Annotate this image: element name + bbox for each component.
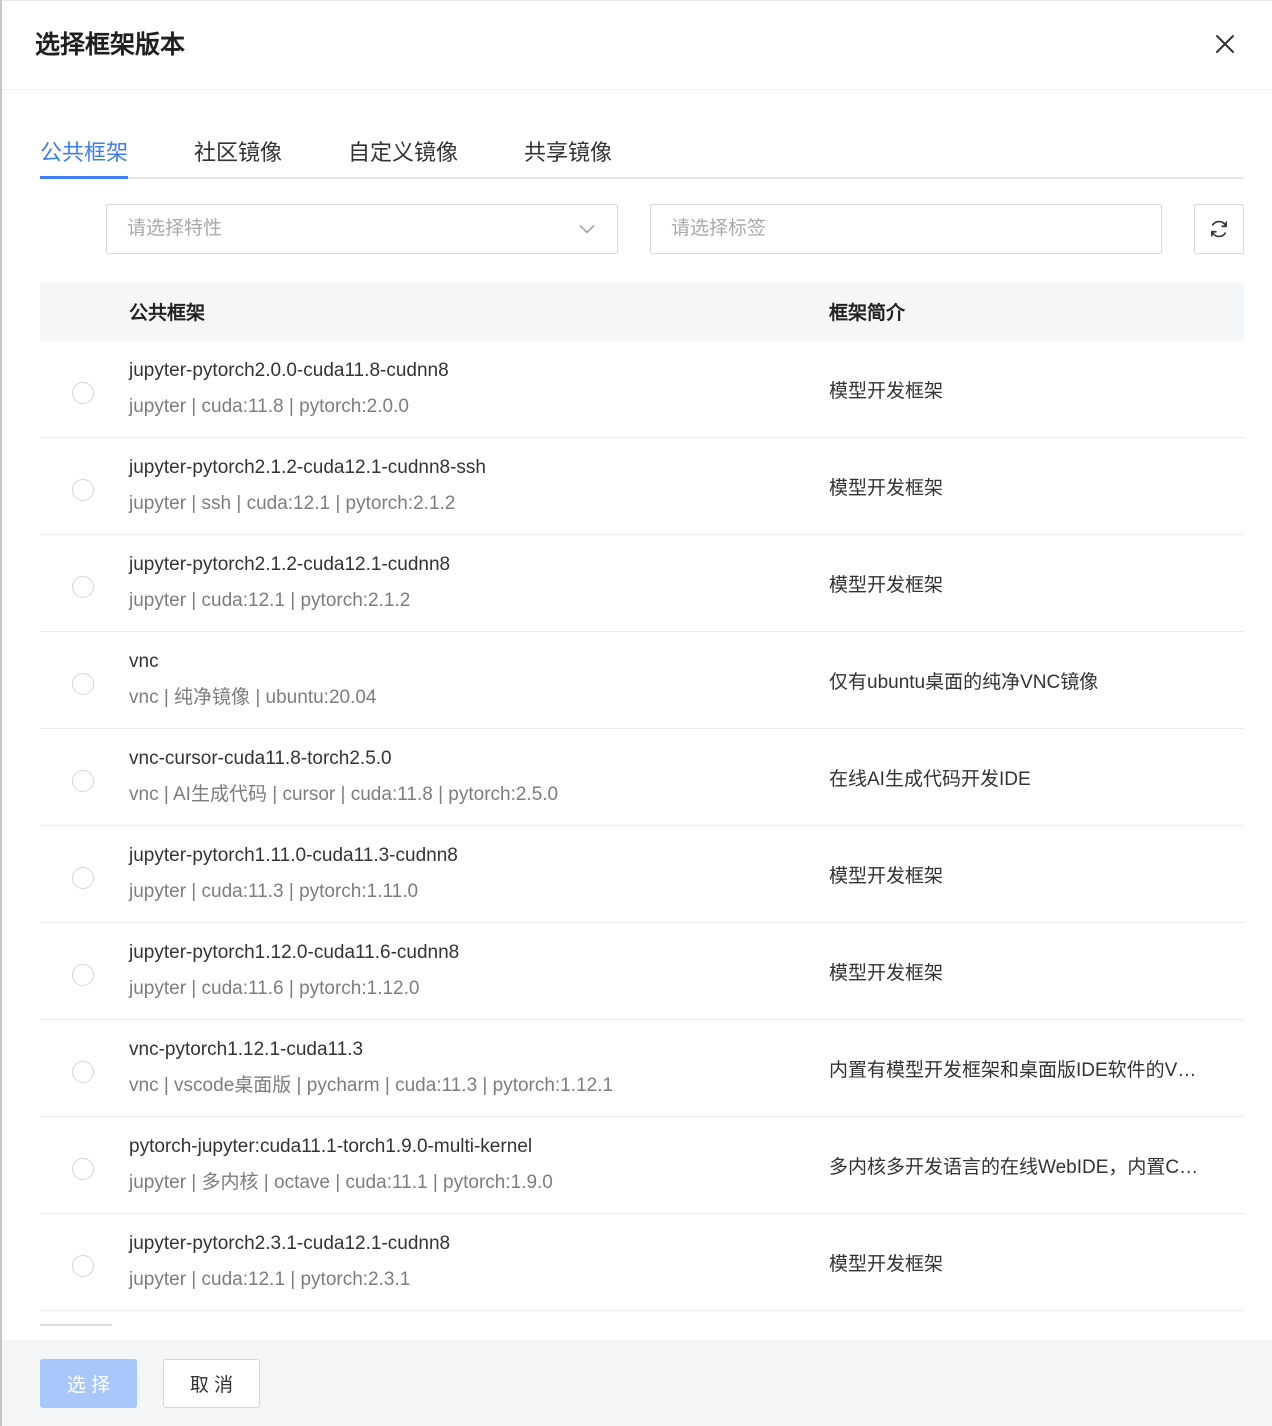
tab-custom-image[interactable]: 自定义镜像 [348, 129, 458, 177]
table-row[interactable]: jupyter-pytorch2.1.2-cuda12.1-cudnn8 jupy… [40, 535, 1244, 632]
framework-name: vnc [129, 651, 159, 672]
table-row[interactable]: vnc-cursor-cuda11.8-torch2.5.0 vnc | AI生成… [40, 729, 1244, 826]
refresh-button[interactable] [1194, 204, 1244, 254]
row-radio[interactable] [72, 382, 94, 404]
radio-cell [40, 572, 129, 598]
radio-cell [40, 1251, 129, 1277]
tag-input[interactable] [650, 204, 1162, 254]
column-header-description: 框架简介 [829, 303, 906, 324]
radio-cell [40, 863, 129, 889]
radio-cell [40, 1154, 129, 1180]
name-cell: pytorch-jupyter:cuda11.1-torch1.9.0-mult… [129, 1133, 829, 1197]
row-radio[interactable] [72, 867, 94, 889]
table-row[interactable]: jupyter-pytorch1.12.0-cuda11.6-cudnn8 jup… [40, 923, 1244, 1020]
dialog-body: 公共框架 社区镜像 自定义镜像 共享镜像 请选择特性 请选择标签 公共框架 框架… [2, 129, 1272, 1311]
framework-name: vnc-cursor-cuda11.8-torch2.5.0 [129, 748, 392, 769]
chevron-down-icon [579, 224, 595, 234]
filter-bar: 请选择特性 [40, 204, 1244, 254]
close-icon [1216, 35, 1234, 53]
framework-name: jupyter-pytorch1.11.0-cuda11.3-cudnn8 [129, 845, 458, 866]
framework-description: 模型开发框架 [829, 865, 944, 887]
table-row[interactable]: vnc-pytorch1.12.1-cuda11.3 vnc | vscode桌面… [40, 1020, 1244, 1117]
framework-name: jupyter-pytorch2.1.2-cuda12.1-cudnn8-ssh [129, 457, 486, 478]
refresh-icon [1211, 220, 1227, 238]
row-radio[interactable] [72, 1061, 94, 1083]
framework-tags: vnc | AI生成代码 | cursor | cuda:11.8 | pyto… [129, 784, 559, 805]
select-button[interactable]: 选 择 [40, 1359, 137, 1408]
row-radio[interactable] [72, 1255, 94, 1277]
column-header-name: 公共框架 [129, 303, 206, 324]
framework-description: 仅有ubuntu桌面的纯净VNC镜像 [829, 671, 1099, 693]
name-cell: vnc-pytorch1.12.1-cuda11.3 vnc | vscode桌面… [129, 1036, 829, 1100]
feature-select-placeholder: 请选择特性 [127, 218, 223, 239]
radio-cell [40, 960, 129, 986]
framework-description: 内置有模型开发框架和桌面版IDE软件的V… [829, 1059, 1197, 1081]
feature-select[interactable]: 请选择特性 [106, 204, 618, 254]
framework-name: jupyter-pytorch2.3.1-cuda12.1-cudnn8 [129, 1233, 451, 1254]
framework-description: 模型开发框架 [829, 380, 944, 402]
framework-tags: vnc | 纯净镜像 | ubuntu:20.04 [129, 687, 377, 708]
table-body: jupyter-pytorch2.0.0-cuda11.8-cudnn8 jupy… [40, 341, 1244, 1311]
table-row[interactable]: vnc vnc | 纯净镜像 | ubuntu:20.04 仅有ubuntu桌面的纯… [40, 632, 1244, 729]
row-radio[interactable] [72, 479, 94, 501]
name-cell: vnc vnc | 纯净镜像 | ubuntu:20.04 [129, 648, 829, 712]
dialog-footer: 选 择 取 消 [2, 1340, 1272, 1426]
table-header: 公共框架 框架简介 [40, 282, 1244, 341]
table-row[interactable]: jupyter-pytorch2.3.1-cuda12.1-cudnn8 jupy… [40, 1214, 1244, 1311]
framework-tags: jupyter | ssh | cuda:12.1 | pytorch:2.1.… [129, 493, 456, 514]
name-cell: jupyter-pytorch1.11.0-cuda11.3-cudnn8 jup… [129, 842, 829, 906]
name-cell: jupyter-pytorch1.12.0-cuda11.6-cudnn8 jup… [129, 939, 829, 1003]
framework-name: vnc-pytorch1.12.1-cuda11.3 [129, 1039, 364, 1060]
name-cell: jupyter-pytorch2.3.1-cuda12.1-cudnn8 jupy… [129, 1230, 829, 1294]
tab-community-image[interactable]: 社区镜像 [194, 129, 282, 177]
framework-description: 模型开发框架 [829, 1253, 944, 1275]
name-cell: jupyter-pytorch2.1.2-cuda12.1-cudnn8 jupy… [129, 551, 829, 615]
framework-tags: jupyter | cuda:11.3 | pytorch:1.11.0 [129, 881, 419, 902]
radio-cell [40, 1057, 129, 1083]
framework-tags: jupyter | cuda:11.8 | pytorch:2.0.0 [129, 396, 409, 417]
name-cell: jupyter-pytorch2.0.0-cuda11.8-cudnn8 jupy… [129, 357, 829, 421]
radio-cell [40, 766, 129, 792]
dialog-header: 选择框架版本 [2, 1, 1272, 90]
row-radio[interactable] [72, 576, 94, 598]
framework-name: jupyter-pytorch1.12.0-cuda11.6-cudnn8 [129, 942, 460, 963]
framework-tags: vnc | vscode桌面版 | pycharm | cuda:11.3 | … [129, 1075, 614, 1096]
framework-version-dialog: 选择框架版本 公共框架 社区镜像 自定义镜像 共享镜像 请选择特性 请选择标签 … [2, 0, 1272, 1426]
radio-cell [40, 378, 129, 404]
framework-description: 在线AI生成代码开发IDE [829, 768, 1031, 790]
table-row[interactable]: pytorch-jupyter:cuda11.1-torch1.9.0-mult… [40, 1117, 1244, 1214]
tab-public-framework[interactable]: 公共框架 [40, 129, 129, 179]
row-radio[interactable] [72, 1158, 94, 1180]
framework-description: 模型开发框架 [829, 574, 944, 596]
tab-shared-image[interactable]: 共享镜像 [524, 129, 612, 177]
framework-description: 模型开发框架 [829, 477, 944, 499]
framework-name: jupyter-pytorch2.0.0-cuda11.8-cudnn8 [129, 360, 449, 381]
framework-description: 模型开发框架 [829, 962, 944, 984]
framework-tags: jupyter | 多内核 | octave | cuda:11.1 | pyt… [129, 1172, 553, 1193]
table-row[interactable]: jupyter-pytorch1.11.0-cuda11.3-cudnn8 jup… [40, 826, 1244, 923]
framework-table: 公共框架 框架简介 jupyter-pytorch2.0.0-cuda11.8-… [40, 282, 1244, 1311]
row-radio[interactable] [72, 673, 94, 695]
framework-tags: jupyter | cuda:11.6 | pytorch:1.12.0 [129, 978, 420, 999]
framework-tags: jupyter | cuda:12.1 | pytorch:2.1.2 [129, 590, 411, 611]
framework-name: pytorch-jupyter:cuda11.1-torch1.9.0-mult… [129, 1136, 533, 1157]
close-button[interactable] [1215, 34, 1235, 54]
framework-description: 多内核多开发语言的在线WebIDE，内置C… [829, 1156, 1199, 1178]
name-cell: jupyter-pytorch2.1.2-cuda12.1-cudnn8-ssh… [129, 454, 829, 518]
framework-name: jupyter-pytorch2.1.2-cuda12.1-cudnn8 [129, 554, 451, 575]
cancel-button[interactable]: 取 消 [163, 1359, 260, 1408]
row-radio[interactable] [72, 770, 94, 792]
horizontal-scrollbar-thumb[interactable] [40, 1324, 112, 1326]
name-cell: vnc-cursor-cuda11.8-torch2.5.0 vnc | AI生成… [129, 745, 829, 809]
table-row[interactable]: jupyter-pytorch2.0.0-cuda11.8-cudnn8 jupy… [40, 341, 1244, 438]
dialog-title: 选择框架版本 [35, 31, 186, 59]
radio-cell [40, 669, 129, 695]
row-radio[interactable] [72, 964, 94, 986]
radio-cell [40, 475, 129, 501]
tab-bar: 公共框架 社区镜像 自定义镜像 共享镜像 [40, 129, 1244, 179]
framework-tags: jupyter | cuda:12.1 | pytorch:2.3.1 [129, 1269, 411, 1290]
table-row[interactable]: jupyter-pytorch2.1.2-cuda12.1-cudnn8-ssh… [40, 438, 1244, 535]
